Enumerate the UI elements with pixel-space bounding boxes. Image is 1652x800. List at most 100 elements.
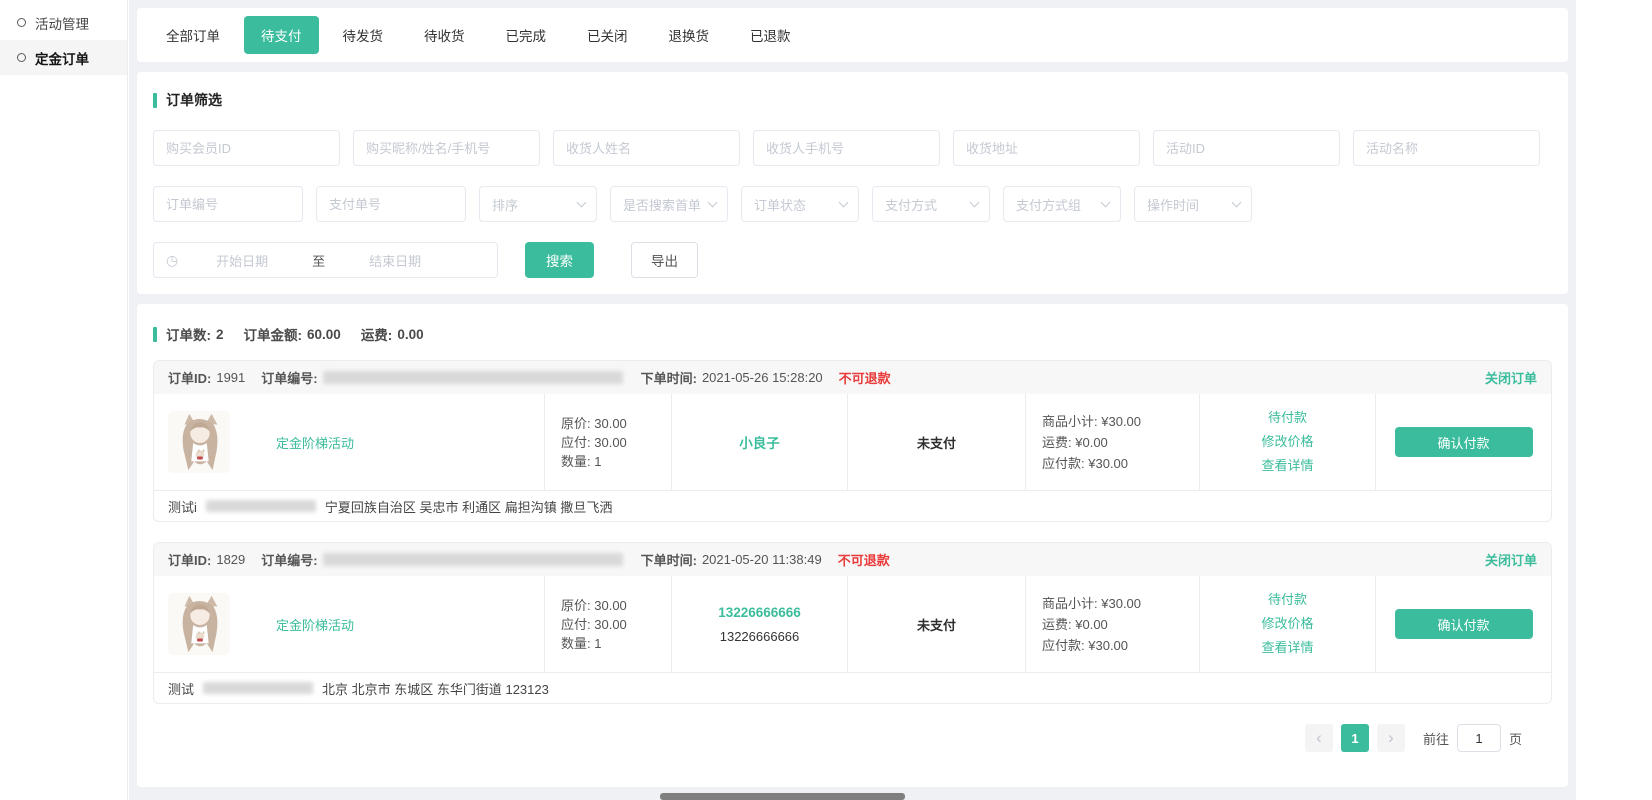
sidebar-item[interactable]: 定金订单 [0,40,127,75]
due-label: 应付: [561,617,591,632]
order-body: 定金阶梯活动 原价: 30.00 应付: 30.00 数量: 1 小良子 未支付… [154,394,1551,490]
start-date-placeholder: 开始日期 [178,251,306,270]
filter-text-input[interactable] [753,130,940,166]
order-status-tab[interactable]: 已退款 [733,16,808,54]
pay-status-cell: 未支付 [847,576,1025,672]
filter-row-1 [153,130,1552,166]
section-accent-bar [153,327,157,342]
order-status-tab[interactable]: 退换货 [652,16,727,54]
page-unit-label: 页 [1509,729,1522,748]
next-page-button[interactable]: › [1377,724,1405,752]
chevron-down-icon [577,197,587,207]
order-status-tab[interactable]: 已完成 [489,16,564,54]
prev-page-button[interactable]: ‹ [1305,724,1333,752]
filter-text-input[interactable] [153,130,340,166]
close-order-link[interactable]: 关闭订单 [1485,550,1537,569]
order-status-tab[interactable]: 待发货 [326,16,401,54]
clock-icon: ◷ [166,252,178,269]
payable-label: 应付款: [1042,638,1085,653]
filter-row-2: 排序 是否搜索首单 订单状态 支付方式 支付方式组 操作时间 [153,186,1552,222]
orders-summary: 订单数: 2 订单金额: 60.00 运费: 0.00 [153,324,1552,344]
order-time-label: 下单时间: [641,550,697,569]
freight-total-label: 运费: [361,324,393,344]
due-value: 30.00 [594,435,627,450]
qty-label: 数量: [561,636,591,651]
export-button[interactable]: 导出 [631,242,698,278]
buyer-cell: 小良子 [671,394,847,490]
filter-select-placeholder: 支付方式组 [1016,195,1081,214]
pending-payment-link[interactable]: 待付款 [1268,588,1307,612]
filter-select[interactable]: 排序 [479,186,597,222]
order-status-tab[interactable]: 待收货 [407,16,482,54]
pay-status: 未支付 [917,433,956,452]
filter-text-input[interactable] [953,130,1140,166]
filter-select-placeholder: 支付方式 [885,195,937,214]
filter-select-placeholder: 是否搜索首单 [623,195,701,214]
order-id-label: 订单ID: [168,368,211,387]
redacted-receiver-info [203,682,313,694]
end-date-placeholder: 结束日期 [331,251,485,270]
chevron-down-icon [1232,197,1242,207]
confirm-payment-button[interactable]: 确认付款 [1395,609,1533,639]
filter-panel: 订单筛选 排序 是否搜索首单 订单状态 支付方式 支付方式组 操作时间 ◷ 开始… [137,72,1568,294]
goto-page-input[interactable] [1457,724,1501,752]
order-status-tab[interactable]: 待支付 [244,16,319,54]
filter-select[interactable]: 订单状态 [741,186,859,222]
modify-price-link[interactable]: 修改价格 [1261,430,1313,454]
order-id-value: 1991 [216,370,245,385]
product-name-link[interactable]: 定金阶梯活动 [276,615,354,634]
close-order-link[interactable]: 关闭订单 [1485,368,1537,387]
orig-price-label: 原价: [561,416,591,431]
filter-text-input[interactable] [353,130,540,166]
chevron-left-icon: ‹ [1316,728,1322,748]
freight-value: ¥0.00 [1075,617,1108,632]
filter-text-input[interactable] [1353,130,1540,166]
filter-select[interactable]: 操作时间 [1134,186,1252,222]
chevron-right-icon: › [1388,728,1394,748]
chevron-down-icon [970,197,980,207]
order-status-tab[interactable]: 已关闭 [570,16,645,54]
confirm-payment-button[interactable]: 确认付款 [1395,427,1533,457]
order-time-label: 下单时间: [641,368,697,387]
section-accent-bar [153,93,157,108]
redacted-order-number [323,371,623,384]
filter-text-input[interactable] [153,186,303,222]
filter-select[interactable]: 是否搜索首单 [610,186,728,222]
receiver-address: 宁夏回族自治区 吴忠市 利通区 扁担沟镇 撒旦飞洒 [325,497,612,516]
buyer-name-link[interactable]: 13226666666 [718,605,801,620]
subtotal-label: 商品小计: [1042,596,1098,611]
filter-select[interactable]: 支付方式组 [1003,186,1121,222]
totals-cell: 商品小计: ¥30.00 运费: ¥0.00 应付款: ¥30.00 [1025,394,1199,490]
filter-text-input[interactable] [316,186,466,222]
filter-select[interactable]: 支付方式 [872,186,990,222]
subtotal-value: ¥30.00 [1101,414,1141,429]
modify-price-link[interactable]: 修改价格 [1261,612,1313,636]
pay-status-cell: 未支付 [847,394,1025,490]
order-address-row: 测试 北京 北京市 东城区 东华门街道 123123 [154,672,1551,703]
date-range-picker[interactable]: ◷ 开始日期 至 结束日期 [153,242,498,278]
product-name-link[interactable]: 定金阶梯活动 [276,433,354,452]
receiver-name: 测试 [168,679,194,698]
order-id-label: 订单ID: [168,550,211,569]
view-details-link[interactable]: 查看详情 [1261,636,1313,660]
sidebar-item-label: 活动管理 [35,13,89,33]
order-status-tab[interactable]: 全部订单 [149,16,237,54]
pending-payment-link[interactable]: 待付款 [1268,406,1307,430]
page-number-button[interactable]: 1 [1341,724,1369,752]
order-card: 订单ID: 1829 订单编号: 下单时间: 2021-05-20 11:38:… [153,542,1552,704]
horizontal-scrollbar[interactable] [660,793,905,800]
sidebar-item[interactable]: 活动管理 [0,5,127,40]
actions-cell: 待付款 修改价格 查看详情 [1199,394,1375,490]
subtotal-label: 商品小计: [1042,414,1098,429]
order-tabs: 全部订单待支付待发货待收货已完成已关闭退换货已退款 [137,8,1568,62]
filter-text-input[interactable] [1153,130,1340,166]
actions-cell: 待付款 修改价格 查看详情 [1199,576,1375,672]
order-time-value: 2021-05-20 11:38:49 [702,552,822,567]
view-details-link[interactable]: 查看详情 [1261,454,1313,478]
filter-text-input[interactable] [553,130,740,166]
order-header: 订单ID: 1829 订单编号: 下单时间: 2021-05-20 11:38:… [154,543,1551,576]
buyer-name-link[interactable]: 小良子 [739,432,780,452]
search-button[interactable]: 搜索 [525,242,594,278]
orig-price-value: 30.00 [594,416,627,431]
order-time-value: 2021-05-26 15:28:20 [702,370,823,385]
